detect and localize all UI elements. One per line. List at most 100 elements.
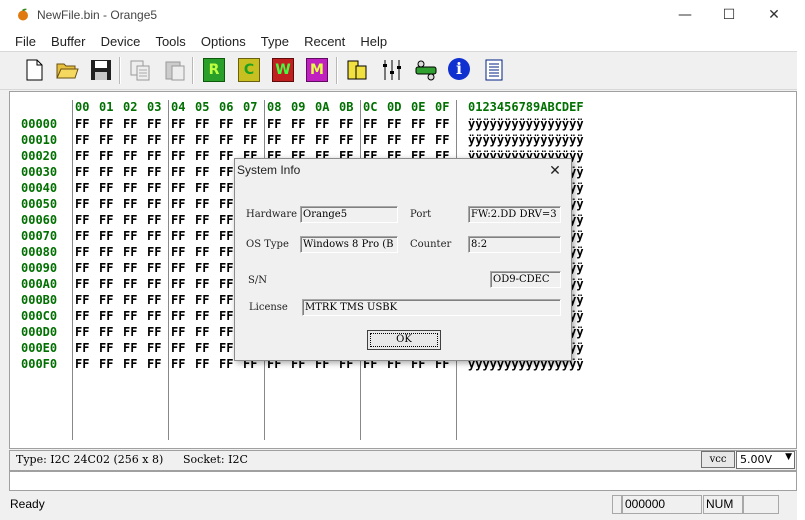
- hex-byte-cell[interactable]: FF: [75, 357, 99, 371]
- hex-byte-cell[interactable]: FF: [123, 341, 147, 355]
- hex-byte-cell[interactable]: FF: [171, 245, 195, 259]
- hex-byte-cell[interactable]: FF: [195, 309, 219, 323]
- hex-byte-cell[interactable]: FF: [411, 117, 435, 131]
- mode-chip-button[interactable]: M: [306, 58, 328, 82]
- hex-byte-cell[interactable]: FF: [195, 325, 219, 339]
- hex-byte-cell[interactable]: FF: [75, 165, 99, 179]
- menu-file[interactable]: File: [10, 32, 41, 52]
- hex-byte-cell[interactable]: FF: [99, 229, 123, 243]
- hex-byte-cell[interactable]: FF: [99, 325, 123, 339]
- hex-byte-cell[interactable]: FF: [195, 229, 219, 243]
- hex-byte-cell[interactable]: FF: [75, 261, 99, 275]
- hex-byte-cell[interactable]: FF: [195, 357, 219, 371]
- hex-byte-cell[interactable]: FF: [195, 149, 219, 163]
- voltage-select[interactable]: 5.00V ▼: [736, 451, 795, 469]
- hex-byte-cell[interactable]: FF: [315, 117, 339, 131]
- hex-byte-cell[interactable]: FF: [123, 245, 147, 259]
- hex-byte-cell[interactable]: FF: [99, 181, 123, 195]
- hex-byte-cell[interactable]: FF: [123, 197, 147, 211]
- hex-byte-cell[interactable]: FF: [195, 293, 219, 307]
- hex-byte-cell[interactable]: FF: [99, 117, 123, 131]
- hex-byte-cell[interactable]: FF: [267, 133, 291, 147]
- hex-byte-cell[interactable]: FF: [171, 261, 195, 275]
- ascii-row[interactable]: ÿÿÿÿÿÿÿÿÿÿÿÿÿÿÿÿ: [468, 117, 584, 131]
- open-folder-icon[interactable]: [55, 58, 79, 82]
- hex-byte-cell[interactable]: FF: [171, 357, 195, 371]
- hex-byte-cell[interactable]: FF: [99, 341, 123, 355]
- log-output-field[interactable]: [9, 471, 797, 491]
- menu-device[interactable]: Device: [96, 32, 146, 52]
- hex-byte-cell[interactable]: FF: [123, 357, 147, 371]
- hex-byte-cell[interactable]: FF: [171, 197, 195, 211]
- hex-byte-cell[interactable]: FF: [99, 165, 123, 179]
- hex-byte-cell[interactable]: FF: [219, 133, 243, 147]
- hex-byte-cell[interactable]: FF: [75, 149, 99, 163]
- hex-byte-cell[interactable]: FF: [171, 133, 195, 147]
- hex-byte-cell[interactable]: FF: [75, 293, 99, 307]
- device-tools-icon[interactable]: [414, 58, 438, 82]
- hex-byte-cell[interactable]: FF: [75, 309, 99, 323]
- menu-tools[interactable]: Tools: [150, 32, 190, 52]
- hex-byte-cell[interactable]: FF: [171, 181, 195, 195]
- hex-byte-cell[interactable]: FF: [171, 309, 195, 323]
- menu-type[interactable]: Type: [256, 32, 294, 52]
- hex-byte-cell[interactable]: FF: [171, 341, 195, 355]
- hex-byte-cell[interactable]: FF: [75, 213, 99, 227]
- hex-byte-cell[interactable]: FF: [99, 357, 123, 371]
- hex-byte-cell[interactable]: FF: [171, 293, 195, 307]
- hex-byte-cell[interactable]: FF: [291, 133, 315, 147]
- maximize-button[interactable]: ☐: [706, 0, 752, 31]
- minimize-button[interactable]: —: [662, 0, 708, 31]
- hex-byte-cell[interactable]: FF: [195, 245, 219, 259]
- settings-sliders-icon[interactable]: [380, 58, 404, 82]
- hex-byte-cell[interactable]: FF: [99, 277, 123, 291]
- hex-byte-cell[interactable]: FF: [75, 133, 99, 147]
- hex-byte-cell[interactable]: FF: [411, 133, 435, 147]
- hex-byte-cell[interactable]: FF: [195, 277, 219, 291]
- hex-byte-cell[interactable]: FF: [99, 197, 123, 211]
- hex-byte-cell[interactable]: FF: [195, 181, 219, 195]
- ascii-row[interactable]: ÿÿÿÿÿÿÿÿÿÿÿÿÿÿÿÿ: [468, 133, 584, 147]
- hex-byte-cell[interactable]: FF: [123, 309, 147, 323]
- hex-byte-cell[interactable]: FF: [123, 213, 147, 227]
- chip-select-icon[interactable]: [345, 58, 369, 82]
- hex-byte-cell[interactable]: FF: [99, 245, 123, 259]
- hex-byte-cell[interactable]: FF: [123, 293, 147, 307]
- report-icon[interactable]: [482, 58, 506, 82]
- hex-byte-cell[interactable]: FF: [123, 149, 147, 163]
- menu-buffer[interactable]: Buffer: [46, 32, 90, 52]
- hex-byte-cell[interactable]: FF: [123, 261, 147, 275]
- hex-byte-cell[interactable]: FF: [99, 293, 123, 307]
- hex-byte-cell[interactable]: FF: [123, 181, 147, 195]
- hex-byte-cell[interactable]: FF: [75, 181, 99, 195]
- hex-byte-cell[interactable]: FF: [219, 117, 243, 131]
- menu-recent[interactable]: Recent: [299, 32, 350, 52]
- hex-byte-cell[interactable]: FF: [171, 277, 195, 291]
- hex-byte-cell[interactable]: FF: [75, 341, 99, 355]
- hex-byte-cell[interactable]: FF: [387, 133, 411, 147]
- hex-byte-cell[interactable]: FF: [195, 341, 219, 355]
- hex-byte-cell[interactable]: FF: [195, 213, 219, 227]
- hex-byte-cell[interactable]: FF: [123, 117, 147, 131]
- hex-byte-cell[interactable]: FF: [123, 165, 147, 179]
- hex-byte-cell[interactable]: FF: [195, 197, 219, 211]
- hex-byte-cell[interactable]: FF: [195, 117, 219, 131]
- copy-icon[interactable]: [128, 58, 152, 82]
- check-chip-button[interactable]: C: [238, 58, 260, 82]
- new-file-icon[interactable]: [22, 58, 46, 82]
- hex-byte-cell[interactable]: FF: [171, 229, 195, 243]
- hex-byte-cell[interactable]: FF: [387, 117, 411, 131]
- hex-byte-cell[interactable]: FF: [195, 133, 219, 147]
- hex-byte-cell[interactable]: FF: [75, 117, 99, 131]
- dialog-close-icon[interactable]: ✕: [541, 159, 569, 183]
- hex-byte-cell[interactable]: FF: [75, 229, 99, 243]
- menu-help[interactable]: Help: [355, 32, 392, 52]
- hex-byte-cell[interactable]: FF: [363, 133, 387, 147]
- hex-byte-cell[interactable]: FF: [99, 261, 123, 275]
- hex-byte-cell[interactable]: FF: [123, 229, 147, 243]
- hex-byte-cell[interactable]: FF: [75, 197, 99, 211]
- hex-byte-cell[interactable]: FF: [99, 149, 123, 163]
- write-chip-button[interactable]: W: [272, 58, 294, 82]
- hex-byte-cell[interactable]: FF: [123, 325, 147, 339]
- close-button[interactable]: ✕: [751, 0, 797, 31]
